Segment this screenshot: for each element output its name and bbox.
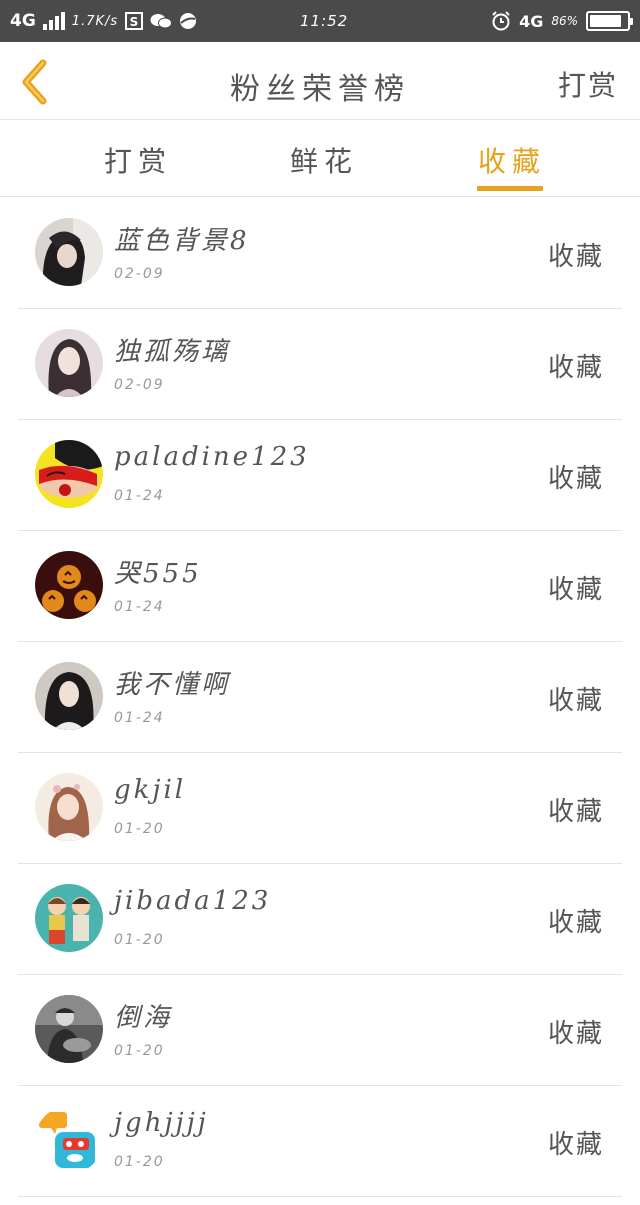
avatar: [35, 440, 103, 508]
status-right: 4G 86%: [491, 0, 633, 42]
title-bar: 粉丝荣誉榜 打赏: [0, 42, 640, 120]
fan-name: paladine123: [114, 442, 310, 472]
battery-percent: 86%: [551, 14, 578, 28]
svg-text:S: S: [130, 15, 139, 29]
status-left: 4G 1.7K/s S: [10, 0, 197, 42]
network-speed: 1.7K/s: [71, 13, 119, 29]
fan-date: 01-20: [114, 821, 165, 837]
fan-action: 收藏: [547, 797, 604, 827]
tab-favorites[interactable]: 收藏: [478, 140, 546, 180]
fan-action: 收藏: [547, 686, 604, 716]
alarm-icon: [492, 11, 510, 31]
status-bar: 4G 1.7K/s S 11:52 4G 86%: [0, 0, 640, 42]
fan-action: 收藏: [547, 1130, 604, 1160]
avatar: [35, 773, 103, 841]
list-item[interactable]: 蓝色背景8 02-09 收藏: [18, 198, 622, 309]
network-type-right: 4G: [519, 11, 544, 31]
fan-name: 独孤殇璃: [114, 337, 231, 367]
fan-name: gkjil: [114, 775, 187, 805]
list-item[interactable]: 独孤殇璃 02-09 收藏: [18, 309, 622, 420]
list-item[interactable]: 倒海 01-20 收藏: [18, 975, 622, 1086]
clock: 11:52: [300, 12, 349, 30]
battery-icon: [586, 11, 633, 31]
fan-date: 01-20: [114, 1043, 165, 1059]
browser-icon: [180, 13, 197, 29]
reward-button[interactable]: 打赏: [558, 64, 618, 104]
fan-name: 蓝色背景8: [114, 226, 250, 256]
fan-date: 02-09: [114, 377, 165, 393]
list-item[interactable]: paladine123 01-24 收藏: [18, 420, 622, 531]
fan-action: 收藏: [547, 242, 604, 272]
battery-fill: [590, 15, 621, 27]
fan-list: 蓝色背景8 02-09 收藏 独孤殇璃 02-09 收藏 paladine123…: [0, 198, 640, 1197]
list-item[interactable]: 我不懂啊 01-24 收藏: [18, 642, 622, 753]
tab-flowers[interactable]: 鲜花: [290, 140, 358, 180]
fan-name: 我不懂啊: [114, 670, 231, 700]
active-tab-indicator: [477, 186, 543, 191]
fan-name: 哭555: [114, 559, 202, 589]
page-title: 粉丝荣誉榜: [230, 72, 410, 107]
fan-action: 收藏: [547, 353, 604, 383]
fan-name: jghjjjj: [114, 1108, 209, 1138]
signal-icon: [42, 12, 65, 30]
avatar: [35, 1106, 103, 1174]
fan-name: 倒海: [114, 1003, 173, 1033]
list-item[interactable]: jibada123 01-20 收藏: [18, 864, 622, 975]
fan-date: 01-20: [114, 1154, 165, 1170]
fan-date: 01-24: [114, 710, 165, 726]
avatar: [35, 218, 103, 286]
fan-date: 01-24: [114, 599, 165, 615]
fan-action: 收藏: [547, 575, 604, 605]
avatar: [35, 329, 103, 397]
fan-date: 02-09: [114, 266, 165, 282]
tab-reward[interactable]: 打赏: [104, 140, 172, 180]
avatar: [35, 551, 103, 619]
fan-date: 01-20: [114, 932, 165, 948]
fan-action: 收藏: [547, 1019, 604, 1049]
app-s-icon: S: [125, 12, 144, 30]
fan-action: 收藏: [547, 908, 604, 938]
list-item[interactable]: jghjjjj 01-20 收藏: [18, 1086, 622, 1197]
fan-date: 01-24: [114, 488, 165, 504]
avatar: [35, 995, 103, 1063]
fan-name: jibada123: [114, 886, 272, 916]
avatar: [35, 884, 103, 952]
wechat-icon: [150, 14, 173, 29]
list-item[interactable]: gkjil 01-20 收藏: [18, 753, 622, 864]
network-type: 4G: [10, 11, 36, 31]
list-item[interactable]: 哭555 01-24 收藏: [18, 531, 622, 642]
tab-bar: 打赏 鲜花 收藏: [0, 120, 640, 197]
fan-action: 收藏: [547, 464, 604, 494]
avatar: [35, 662, 103, 730]
